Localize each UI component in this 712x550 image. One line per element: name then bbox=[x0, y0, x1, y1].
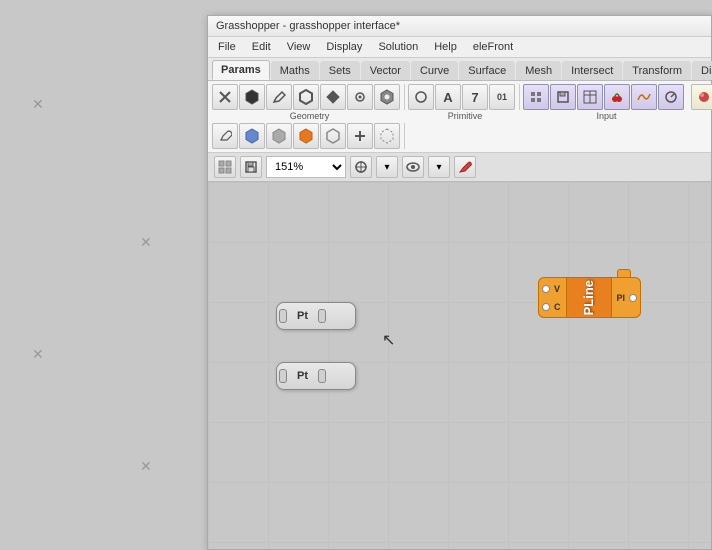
tool-01-btn[interactable]: 01 bbox=[489, 84, 515, 110]
tool-dial-btn[interactable] bbox=[658, 84, 684, 110]
geometry-label: Geometry bbox=[290, 111, 330, 121]
pline-center: PLine bbox=[567, 277, 611, 318]
tab-transform[interactable]: Transform bbox=[623, 61, 691, 80]
tool-hexlight-btn[interactable] bbox=[320, 123, 346, 149]
tab-display[interactable]: Displa bbox=[692, 61, 712, 80]
menu-file[interactable]: File bbox=[212, 39, 242, 55]
tab-params[interactable]: Params bbox=[212, 60, 270, 80]
menu-solution[interactable]: Solution bbox=[372, 39, 424, 55]
port-pl-dot bbox=[629, 294, 637, 302]
tab-mesh[interactable]: Mesh bbox=[516, 61, 561, 80]
tool-hexblue-btn[interactable] bbox=[239, 123, 265, 149]
tool-7-btn[interactable]: 7 bbox=[462, 84, 488, 110]
tool-circle-btn[interactable] bbox=[408, 84, 434, 110]
tool-A-btn[interactable]: A bbox=[435, 84, 461, 110]
pt1-label: Pt bbox=[287, 310, 318, 322]
pline-top-connector bbox=[617, 269, 631, 277]
tab-maths[interactable]: Maths bbox=[271, 61, 319, 80]
input-section bbox=[523, 84, 688, 110]
tool-hexorange-btn[interactable] bbox=[293, 123, 319, 149]
canvas-paint-btn[interactable] bbox=[454, 156, 476, 178]
tool-hexgray-btn[interactable] bbox=[266, 123, 292, 149]
window-title: Grasshopper - grasshopper interface* bbox=[216, 20, 400, 32]
cross-decoration-1: ✕ bbox=[32, 96, 44, 113]
port-c-dot bbox=[542, 303, 550, 311]
pt-node-2[interactable]: Pt bbox=[276, 362, 356, 390]
canvas-dropdown2-btn[interactable]: ▾ bbox=[428, 156, 450, 178]
geometry-section bbox=[212, 84, 405, 110]
tool-hexfill-btn[interactable] bbox=[239, 84, 265, 110]
input-label: Input bbox=[596, 111, 616, 121]
pt2-left-port bbox=[279, 369, 287, 383]
cursor-icon: ↖ bbox=[382, 330, 395, 350]
tool-grid-btn[interactable] bbox=[523, 84, 549, 110]
pline-component[interactable]: V C PLine Pl bbox=[538, 277, 641, 318]
primitive-label: Primitive bbox=[448, 111, 483, 121]
cross-decoration-4: ✕ bbox=[140, 458, 152, 475]
pt2-label: Pt bbox=[287, 370, 318, 382]
tool-x-btn[interactable] bbox=[212, 84, 238, 110]
pline-left-ports: V C bbox=[538, 277, 567, 318]
pt1-right-port bbox=[318, 309, 326, 323]
canvas-save-btn[interactable] bbox=[240, 156, 262, 178]
canvas-eye-btn[interactable] bbox=[402, 156, 424, 178]
toolbar-row-1: Geometry A 7 01 Primitive bbox=[210, 83, 709, 122]
geo-row2 bbox=[212, 123, 405, 149]
tool-diamond-btn[interactable] bbox=[320, 84, 346, 110]
tool-red-blob-btn[interactable] bbox=[691, 84, 712, 110]
canvas-toolbar: 151% ▾ ▾ bbox=[208, 153, 711, 182]
menu-bar: File Edit View Display Solution Help ele… bbox=[208, 37, 711, 58]
port-c-label: C bbox=[551, 302, 564, 312]
zoom-select[interactable]: 151% bbox=[266, 156, 346, 178]
primitive-section: A 7 01 bbox=[408, 84, 520, 110]
menu-help[interactable]: Help bbox=[428, 39, 463, 55]
tab-curve[interactable]: Curve bbox=[411, 61, 458, 80]
tab-sets[interactable]: Sets bbox=[320, 61, 360, 80]
tool-gear-small-btn[interactable] bbox=[347, 84, 373, 110]
tool-hexdotted-btn[interactable] bbox=[374, 123, 400, 149]
tool-table-btn[interactable] bbox=[577, 84, 603, 110]
cross-decoration-2: ✕ bbox=[140, 234, 152, 251]
tool-hexoutline-btn[interactable] bbox=[293, 84, 319, 110]
tab-intersect[interactable]: Intersect bbox=[562, 61, 622, 80]
port-v-dot bbox=[542, 285, 550, 293]
menu-edit[interactable]: Edit bbox=[246, 39, 277, 55]
pt1-left-port bbox=[279, 309, 287, 323]
pline-center-label: PLine bbox=[581, 280, 596, 315]
canvas-crosshair-btn[interactable] bbox=[350, 156, 372, 178]
tool-floppy-btn[interactable] bbox=[550, 84, 576, 110]
tab-bar: Params Maths Sets Vector Curve Surface M… bbox=[208, 58, 711, 81]
port-v-label: V bbox=[551, 284, 563, 294]
util-section bbox=[691, 84, 712, 110]
menu-display[interactable]: Display bbox=[320, 39, 368, 55]
pt2-right-port bbox=[318, 369, 326, 383]
tab-vector[interactable]: Vector bbox=[361, 61, 410, 80]
canvas-dropdown1-btn[interactable]: ▾ bbox=[376, 156, 398, 178]
main-window: Grasshopper - grasshopper interface* Fil… bbox=[207, 15, 712, 550]
tool-hexsettings-btn[interactable] bbox=[374, 84, 400, 110]
toolbar-area: Geometry A 7 01 Primitive bbox=[208, 81, 711, 153]
menu-view[interactable]: View bbox=[281, 39, 317, 55]
pline-right-ports: Pl bbox=[611, 277, 642, 318]
util-section-wrap: Util bbox=[691, 84, 712, 121]
title-bar: Grasshopper - grasshopper interface* bbox=[208, 16, 711, 37]
port-pl-label: Pl bbox=[614, 293, 629, 303]
pt-node-1[interactable]: Pt bbox=[276, 302, 356, 330]
canvas-grid-btn[interactable] bbox=[214, 156, 236, 178]
tab-surface[interactable]: Surface bbox=[459, 61, 515, 80]
tool-pen2-btn[interactable] bbox=[212, 123, 238, 149]
cross-decoration-3: ✕ bbox=[32, 346, 44, 363]
toolbar-row-2 bbox=[210, 122, 709, 150]
tool-cherry-btn[interactable] bbox=[604, 84, 630, 110]
tool-plus-btn[interactable] bbox=[347, 123, 373, 149]
geometry-section-wrap: Geometry bbox=[212, 84, 407, 121]
tool-pen-btn[interactable] bbox=[266, 84, 292, 110]
menu-elefront[interactable]: eleFront bbox=[467, 39, 519, 55]
input-section-wrap: Input bbox=[523, 84, 690, 121]
primitive-section-wrap: A 7 01 Primitive bbox=[408, 84, 522, 121]
tool-wave-btn[interactable] bbox=[631, 84, 657, 110]
canvas-area[interactable]: Pt Pt V C bbox=[208, 182, 711, 549]
